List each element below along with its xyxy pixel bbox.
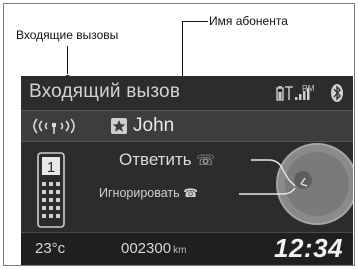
svg-text:1: 1 [47,159,55,176]
odometer: 002300 km [121,240,186,257]
answer-label: Ответить [119,150,192,169]
odometer-unit: km [173,245,187,256]
clock: 12:34 [274,233,343,263]
bluetooth-icon [331,84,343,102]
answer-handset-icon: ☏ [196,152,216,169]
roaming-label: RM [302,84,315,93]
answer-option[interactable]: Ответить ☏ [119,150,215,170]
screen-title: Входящий вызов [29,81,181,102]
ignore-label: Игнорировать [99,186,180,200]
ignore-handset-icon: ☎ [183,186,199,200]
status-icons: RM [275,82,347,104]
figure-frame: Входящие вызовы Имя абонента Входящий вы… [3,3,355,266]
incoming-call-display: Входящий вызов RM John 1 Ответить ☏ Игно… [21,76,353,265]
status-bar-icons: RM [276,84,343,102]
selector-knob-icon [239,143,353,225]
callout-leader-line [67,46,68,74]
phone-battery-icon [276,86,284,101]
info-footer: 23°c 002300 km 12:34 [21,232,353,265]
caller-info-bar: John [21,110,353,142]
incoming-call-wave-icon [33,118,75,134]
favorite-star-icon [111,118,127,134]
odometer-value: 002300 [121,240,172,257]
callout-leader-line [182,21,208,22]
callout-incoming-calls: Входящие вызовы [16,28,119,42]
caller-name: John [133,115,175,136]
callout-caller-name: Имя абонента [209,14,288,28]
phone-keypad-icon: 1 [37,152,65,228]
ignore-option[interactable]: Игнорировать ☎ [99,186,198,200]
outside-temperature: 23°c [35,240,66,257]
